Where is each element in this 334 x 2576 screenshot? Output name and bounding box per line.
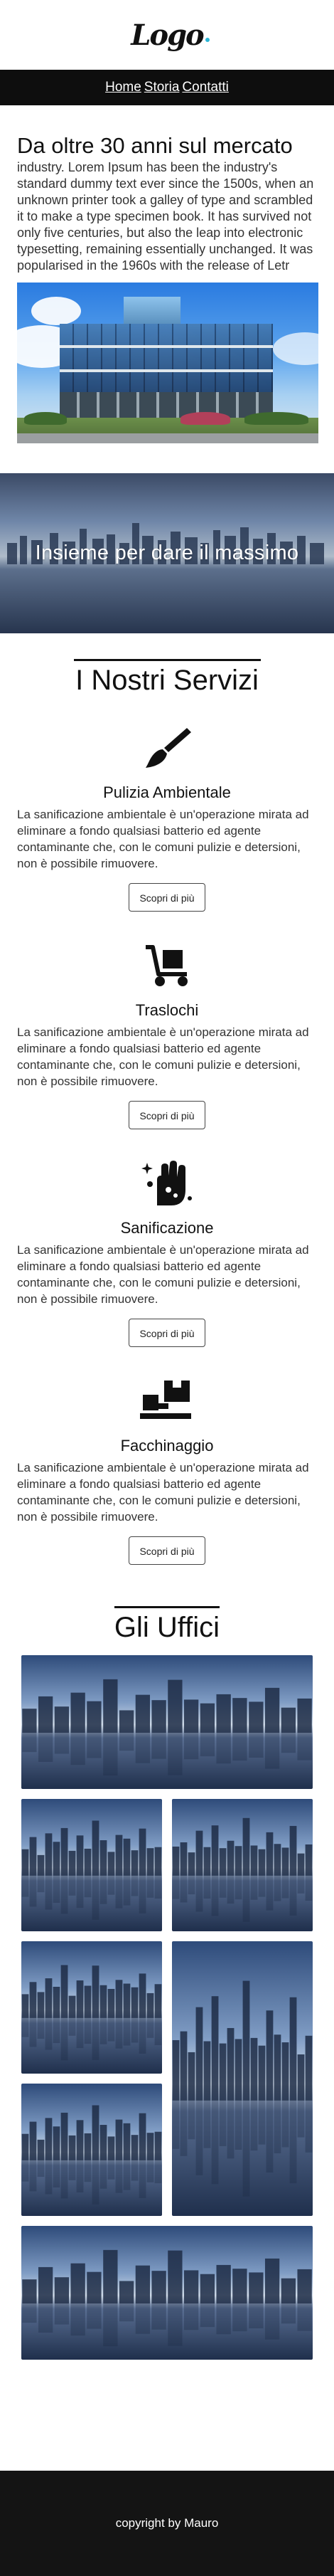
city-skyline-image (21, 2105, 162, 2205)
service-title: Pulizia Ambientale (103, 783, 231, 802)
service-description: La sanificazione ambientale è un'operazi… (17, 808, 309, 871)
hero-banner: Insieme per dare il massimo (0, 473, 334, 634)
nav-link-storia[interactable]: Storia (144, 80, 180, 95)
scopri-button[interactable]: Scopri di più (129, 1536, 205, 1566)
gallery-photo[interactable] (21, 1941, 162, 2074)
title-rule (73, 659, 261, 662)
city-skyline-image (22, 2249, 312, 2347)
gallery-photo[interactable] (21, 1799, 162, 1932)
service-card: Sanificazione La sanificazione ambiental… (0, 1158, 334, 1348)
service-title: Facchinaggio (120, 1437, 214, 1455)
title-rule (114, 1606, 220, 1609)
gallery-photo[interactable] (172, 1941, 313, 2217)
scopri-button[interactable]: Scopri di più (129, 1101, 205, 1130)
banner-text: Insieme per dare il massimo (35, 542, 299, 565)
service-card: Facchinaggio La sanificazione ambientale… (0, 1376, 334, 1566)
logo-dot (205, 37, 210, 42)
logo-text: Logo (131, 18, 204, 52)
site-header: Logo (0, 0, 334, 70)
hand-truck-icon (139, 940, 195, 991)
service-card: Pulizia Ambientale La sanificazione ambi… (0, 722, 334, 912)
gallery-photo[interactable] (172, 1799, 313, 1932)
city-skyline-image (22, 1679, 312, 1776)
service-description: La sanificazione ambientale è un'operazi… (17, 1461, 309, 1524)
sanitize-hand-icon (139, 1158, 195, 1209)
city-skyline-image (21, 1965, 162, 2061)
nav-link-contatti[interactable]: Contatti (182, 80, 228, 95)
offices-title: Gli Uffici (114, 1612, 220, 1644)
scopri-button[interactable]: Scopri di più (129, 1319, 205, 1348)
about-title: Da oltre 30 anni sul mercato (17, 133, 293, 158)
brush-icon (139, 722, 195, 774)
scopri-button[interactable]: Scopri di più (129, 883, 205, 912)
loading-boxes-icon (139, 1376, 195, 1427)
service-description: La sanificazione ambientale è un'operazi… (17, 1025, 309, 1089)
copyright-text: copyright by Mauro (115, 2516, 219, 2530)
city-skyline-image (172, 1980, 313, 2197)
site-footer: copyright by Mauro (0, 2471, 334, 2576)
gallery-photo[interactable] (21, 1655, 313, 1790)
services-title: I Nostri Servizi (75, 665, 259, 697)
office-building-image (17, 283, 318, 444)
service-description: La sanificazione ambientale è un'operazi… (17, 1243, 309, 1307)
about-section: Da oltre 30 anni sul mercato industry. L… (0, 105, 334, 444)
service-card: Traslochi La sanificazione ambientale è … (0, 940, 334, 1130)
service-title: Sanificazione (120, 1219, 214, 1237)
gallery-photo[interactable] (21, 2084, 162, 2217)
city-skyline-image (21, 1820, 162, 1920)
office-gallery (0, 1655, 334, 2360)
city-skyline-image (172, 1817, 313, 1922)
main-nav: Home Storia Contatti (0, 70, 334, 105)
logo[interactable]: Logo (131, 18, 210, 52)
nav-link-home[interactable]: Home (105, 80, 141, 95)
about-body: industry. Lorem Ipsum has been the indus… (17, 160, 314, 273)
services-heading: I Nostri Servizi (0, 659, 334, 697)
offices-section: Gli Uffici (0, 1606, 334, 2360)
service-title: Traslochi (135, 1001, 199, 1020)
offices-heading: Gli Uffici (0, 1606, 334, 1644)
services-section: I Nostri Servizi Pulizia Ambientale La s… (0, 659, 334, 1566)
gallery-photo[interactable] (21, 2226, 313, 2360)
